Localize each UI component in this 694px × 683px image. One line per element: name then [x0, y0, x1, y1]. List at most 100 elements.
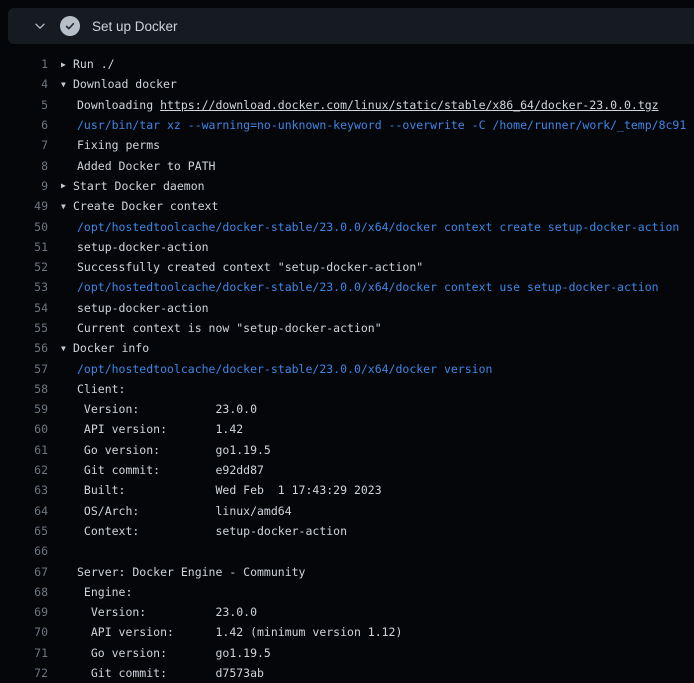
line-number[interactable]: 70 [0, 625, 48, 639]
group-title: Run ./ [73, 57, 115, 71]
log-row: 51 setup-docker-action [0, 237, 694, 257]
log-row: 66 [0, 541, 694, 561]
triangle-right-icon[interactable]: ▶ [61, 181, 73, 190]
group-title: Docker info [73, 341, 149, 355]
log-text: Current context is now "setup-docker-act… [77, 321, 382, 335]
line-number[interactable]: 54 [0, 301, 48, 315]
log-row: 59 Version: 23.0.0 [0, 399, 694, 419]
group-title: Start Docker daemon [73, 179, 205, 193]
log-group-toggle[interactable]: ▼Docker info [61, 341, 149, 355]
log-row: 7 Fixing perms [0, 135, 694, 155]
line-number[interactable]: 56 [0, 341, 48, 355]
line-number[interactable]: 7 [0, 138, 48, 152]
log-row: 60 API version: 1.42 [0, 419, 694, 439]
log-row: 5 Downloading https://download.docker.com… [0, 95, 694, 115]
line-number[interactable]: 5 [0, 98, 48, 112]
log-group-toggle[interactable]: ▶Run ./ [61, 57, 115, 71]
log-text: Version: 23.0.0 [77, 402, 257, 416]
log-group-toggle[interactable]: ▶Start Docker daemon [61, 179, 205, 193]
log-row: 68 Engine: [0, 582, 694, 602]
line-number[interactable]: 61 [0, 443, 48, 457]
log-text: Built: Wed Feb 1 17:43:29 2023 [77, 483, 382, 497]
check-circle-icon [60, 16, 80, 36]
chevron-down-icon[interactable] [32, 18, 48, 34]
line-number[interactable]: 63 [0, 483, 48, 497]
line-number[interactable]: 58 [0, 382, 48, 396]
log-group-toggle[interactable]: ▼Download docker [61, 77, 177, 91]
line-number[interactable]: 50 [0, 220, 48, 234]
line-number[interactable]: 51 [0, 240, 48, 254]
log-row: 71 Go version: go1.19.5 [0, 643, 694, 663]
log-row: 8 Added Docker to PATH [0, 155, 694, 175]
log-group-toggle[interactable]: ▼Create Docker context [61, 199, 218, 213]
log-text: Git commit: e92dd87 [77, 463, 264, 477]
line-number[interactable]: 72 [0, 666, 48, 680]
log-text: Go version: go1.19.5 [77, 646, 271, 660]
line-number[interactable]: 49 [0, 199, 48, 213]
line-number[interactable]: 57 [0, 362, 48, 376]
group-title: Download docker [73, 77, 177, 91]
triangle-down-icon[interactable]: ▼ [61, 344, 73, 353]
line-number[interactable]: 59 [0, 402, 48, 416]
log-text: Go version: go1.19.5 [77, 443, 271, 457]
log-row: 62 Git commit: e92dd87 [0, 460, 694, 480]
log-row: 50/opt/hostedtoolcache/docker-stable/23.… [0, 216, 694, 236]
line-number[interactable]: 8 [0, 159, 48, 173]
log-row: 70 API version: 1.42 (minimum version 1.… [0, 622, 694, 642]
log-command: /opt/hostedtoolcache/docker-stable/23.0.… [77, 362, 492, 376]
log-text: Fixing perms [77, 138, 160, 152]
log-row: 63 Built: Wed Feb 1 17:43:29 2023 [0, 480, 694, 500]
log-text: Downloading https://download.docker.com/… [77, 98, 659, 112]
log-text: Client: [77, 382, 125, 396]
line-number[interactable]: 4 [0, 77, 48, 91]
line-number[interactable]: 64 [0, 504, 48, 518]
log-row: 56 ▼Docker info [0, 338, 694, 358]
workflow-log-viewer: Set up Docker 1▶Run ./4▼Download docker5… [0, 8, 694, 683]
log-row: 6/usr/bin/tar xz --warning=no-unknown-ke… [0, 115, 694, 135]
log-command: /usr/bin/tar xz --warning=no-unknown-key… [77, 118, 686, 132]
log-row: 65 Context: setup-docker-action [0, 521, 694, 541]
log-row: 69 Version: 23.0.0 [0, 602, 694, 622]
log-link[interactable]: https://download.docker.com/linux/static… [160, 98, 659, 112]
log-row: 54 setup-docker-action [0, 298, 694, 318]
log-text: API version: 1.42 [77, 422, 243, 436]
line-number[interactable]: 68 [0, 585, 48, 599]
line-number[interactable]: 1 [0, 57, 48, 71]
log-row: 67 Server: Docker Engine - Community [0, 561, 694, 581]
log-row: 55 Current context is now "setup-docker-a… [0, 318, 694, 338]
log-text: Git commit: d7573ab [77, 666, 264, 680]
line-number[interactable]: 53 [0, 280, 48, 294]
log-text: Server: Docker Engine - Community [77, 565, 305, 579]
line-number[interactable]: 71 [0, 646, 48, 660]
line-number[interactable]: 62 [0, 463, 48, 477]
log-text: setup-docker-action [77, 301, 209, 315]
triangle-down-icon[interactable]: ▼ [61, 80, 73, 89]
step-header[interactable]: Set up Docker [8, 8, 694, 44]
log-row: 58 Client: [0, 379, 694, 399]
log-text: setup-docker-action [77, 240, 209, 254]
log-text: Context: setup-docker-action [77, 524, 347, 538]
log-text: OS/Arch: linux/amd64 [77, 504, 292, 518]
line-number[interactable]: 67 [0, 565, 48, 579]
line-number[interactable]: 52 [0, 260, 48, 274]
log-text: Added Docker to PATH [77, 159, 215, 173]
log-row: 61 Go version: go1.19.5 [0, 440, 694, 460]
log-text: Engine: [77, 585, 132, 599]
line-number[interactable]: 9 [0, 179, 48, 193]
line-number[interactable]: 55 [0, 321, 48, 335]
log-row: 64 OS/Arch: linux/amd64 [0, 501, 694, 521]
line-number[interactable]: 6 [0, 118, 48, 132]
log-row: 9 ▶Start Docker daemon [0, 176, 694, 196]
triangle-right-icon[interactable]: ▶ [61, 60, 73, 69]
line-number[interactable]: 66 [0, 544, 48, 558]
log-row: 49 ▼Create Docker context [0, 196, 694, 216]
log-row: 52Successfully created context "setup-do… [0, 257, 694, 277]
log-lines: 1▶Run ./4▼Download docker5Downloading ht… [0, 44, 694, 683]
log-row: 1 ▶Run ./ [0, 54, 694, 74]
log-row: 53/opt/hostedtoolcache/docker-stable/23.… [0, 277, 694, 297]
log-text-segment: Downloading [77, 98, 160, 112]
line-number[interactable]: 65 [0, 524, 48, 538]
triangle-down-icon[interactable]: ▼ [61, 202, 73, 211]
line-number[interactable]: 69 [0, 605, 48, 619]
line-number[interactable]: 60 [0, 422, 48, 436]
